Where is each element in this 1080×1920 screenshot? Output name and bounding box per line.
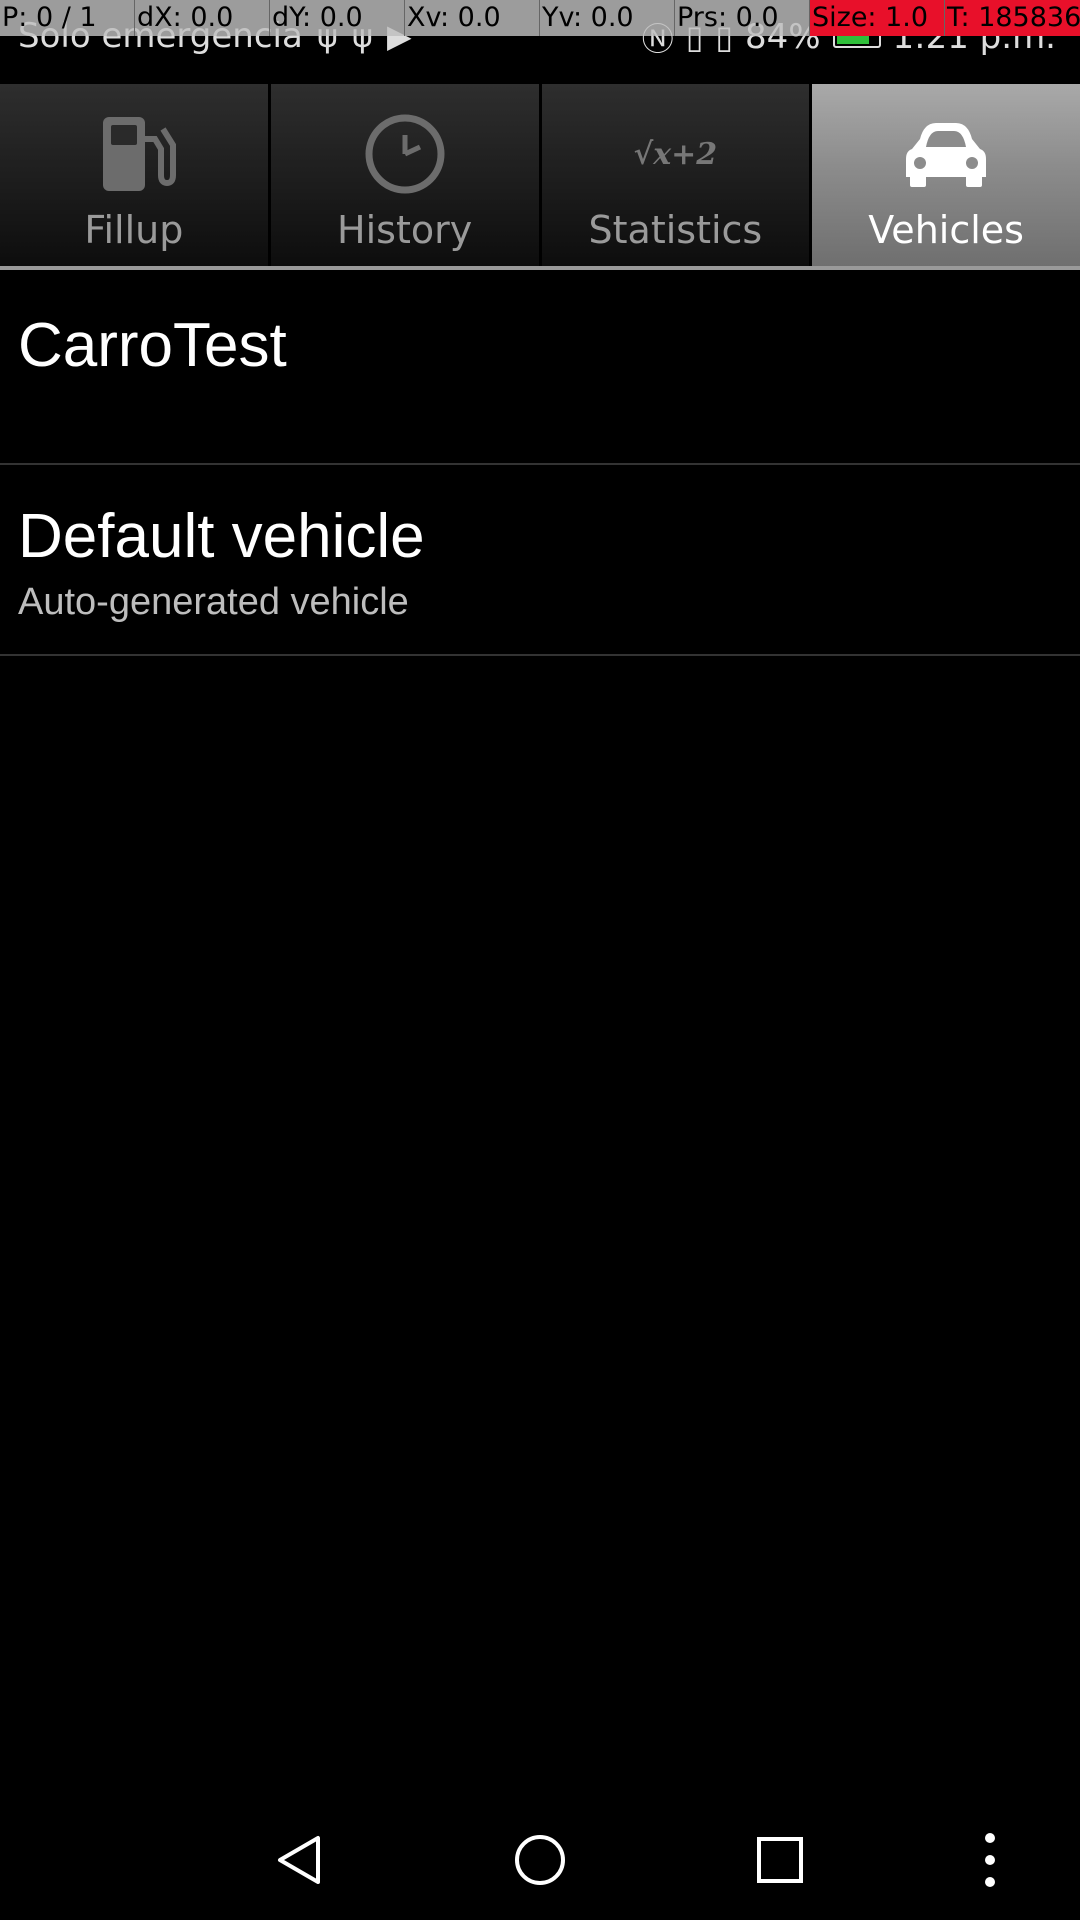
recents-button[interactable] — [750, 1830, 810, 1890]
debug-dx: dX: 0.0 — [135, 0, 270, 36]
tab-vehicles[interactable]: Vehicles — [812, 84, 1080, 266]
pointer-location-overlay: P: 0 / 1 dX: 0.0 dY: 0.0 Xv: 0.0 Yv: 0.0… — [0, 0, 1080, 36]
debug-xv: Xv: 0.0 — [405, 0, 540, 36]
tab-statistics[interactable]: √x+2 Statistics — [541, 84, 810, 266]
tab-label-fillup: Fillup — [84, 208, 184, 252]
debug-yv: Yv: 0.0 — [540, 0, 675, 36]
tab-fillup[interactable]: Fillup — [0, 84, 268, 266]
tab-label-history: History — [337, 208, 473, 252]
more-vert-icon — [985, 1833, 995, 1887]
recents-icon — [757, 1837, 803, 1883]
navigation-bar — [0, 1800, 1080, 1920]
car-icon — [891, 102, 1001, 206]
list-item[interactable]: CarroTest — [0, 274, 1080, 465]
home-button[interactable] — [510, 1830, 570, 1890]
clock-icon — [350, 102, 460, 206]
debug-size: Size: 1.0 — [810, 0, 945, 36]
fuel-pump-icon — [79, 102, 189, 206]
tab-bar: Fillup History √x+2 Statistics Vehicles — [0, 84, 1080, 270]
back-icon — [278, 1836, 320, 1884]
back-button[interactable] — [270, 1830, 330, 1890]
debug-pointer: P: 0 / 1 — [0, 0, 135, 36]
overflow-menu-button[interactable] — [960, 1830, 1020, 1890]
debug-time: T: 185836 — [945, 0, 1080, 36]
sqrt-formula-text: √x+2 — [633, 136, 718, 172]
home-icon — [515, 1835, 565, 1885]
debug-prs: Prs: 0.0 — [675, 0, 810, 36]
tab-label-vehicles: Vehicles — [868, 208, 1024, 252]
vehicle-name: Default vehicle — [18, 502, 425, 571]
tab-history[interactable]: History — [270, 84, 539, 266]
vehicle-description: Auto-generated vehicle — [18, 581, 409, 623]
vehicle-list: CarroTest Default vehicle Auto-generated… — [0, 274, 1080, 656]
debug-dy: dY: 0.0 — [270, 0, 405, 36]
vehicle-name: CarroTest — [18, 311, 287, 380]
tab-label-statistics: Statistics — [588, 208, 763, 252]
sqrt-formula-icon: √x+2 — [620, 102, 730, 206]
list-item[interactable]: Default vehicle Auto-generated vehicle — [0, 465, 1080, 656]
